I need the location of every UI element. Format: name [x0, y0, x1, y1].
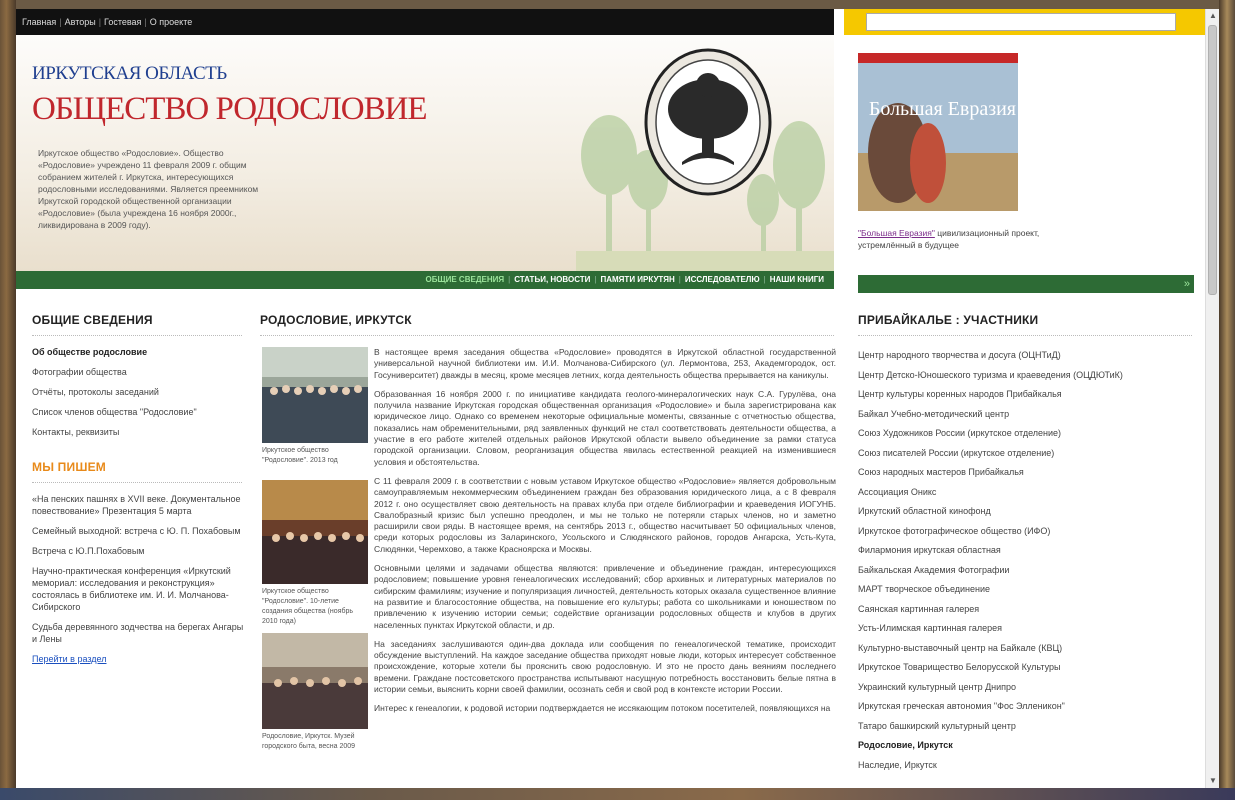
topnav-guestbook[interactable]: Гостевая — [104, 17, 141, 27]
vertical-scrollbar[interactable]: ▲ ▼ — [1205, 9, 1219, 788]
taskbar — [0, 788, 1235, 800]
desktop-background-right — [1219, 0, 1235, 800]
topnav-home[interactable]: Главная — [22, 17, 56, 27]
writing-link[interactable]: Судьба деревянного зодчества на берегах … — [32, 621, 246, 645]
participant-link[interactable]: Байкальская Академия Фотографии — [858, 561, 1194, 581]
nav-researcher[interactable]: ИССЛЕДОВАТЕЛЮ — [685, 275, 760, 284]
divider — [260, 335, 834, 336]
scroll-down-icon[interactable]: ▼ — [1208, 776, 1218, 786]
article-paragraph: С 11 февраля 2009 г. в соответствии с но… — [374, 475, 836, 554]
participant-link[interactable]: Наследие, Иркутск — [858, 756, 1194, 776]
participant-link[interactable]: Татаро башкирский культурный центр — [858, 717, 1194, 737]
desktop-background-left — [0, 0, 16, 800]
participant-link[interactable]: Центр народного творчества и досуга (ОЦН… — [858, 346, 1194, 366]
region-title: ИРКУТСКАЯ ОБЛАСТЬ — [32, 63, 227, 84]
photo-column: Иркутское общество "Родословие". 2013 го… — [262, 347, 370, 758]
participant-link[interactable]: Иркутское фотографическое общество (ИФО) — [858, 522, 1194, 542]
article-paragraph: В настоящее время заседания общества «Ро… — [374, 347, 836, 380]
divider — [32, 335, 242, 336]
nav-memory[interactable]: ПАМЯТИ ИРКУТЯН — [600, 275, 674, 284]
nav-articles-news[interactable]: СТАТЬИ, НОВОСТИ — [514, 275, 590, 284]
participant-link[interactable]: Филармония иркутская областная — [858, 541, 1194, 561]
participant-link[interactable]: МАРТ творческое объединение — [858, 580, 1194, 600]
article-body: В настоящее время заседания общества «Ро… — [374, 347, 836, 723]
divider — [32, 482, 242, 483]
site-title: ОБЩЕСТВО РОДОСЛОВИЕ — [32, 91, 428, 127]
right-sidebar: Большая Евразия "Большая Евразия" цивили… — [844, 35, 1205, 788]
participants-heading: ПРИБАЙКАЛЬЕ : УЧАСТНИКИ — [858, 313, 1039, 327]
top-navigation: Главная | Авторы | Гостевая | О проекте — [16, 9, 834, 35]
participant-link[interactable]: Культурно-выставочный центр на Байкале (… — [858, 639, 1194, 659]
site-header: ИРКУТСКАЯ ОБЛАСТЬ ОБЩЕСТВО РОДОСЛОВИЕ Ир… — [16, 35, 834, 271]
banner-caption: "Большая Евразия" цивилизационный проект… — [858, 227, 1058, 251]
writing-link[interactable]: Научно-практическая конференция «Иркутск… — [32, 565, 246, 613]
main-navigation: ОБЩИЕ СВЕДЕНИЯ | СТАТЬИ, НОВОСТИ | ПАМЯТИ ИР… — [16, 271, 834, 289]
participant-link[interactable]: Саянская картинная галерея — [858, 600, 1194, 620]
participant-link[interactable]: Союз народных мастеров Прибайкалья — [858, 463, 1194, 483]
general-link[interactable]: Фотографии общества — [32, 366, 246, 378]
participant-link[interactable]: Центр культуры коренных народов Прибайка… — [858, 385, 1194, 405]
participant-link[interactable]: Байкал Учебно-методический центр — [858, 405, 1194, 425]
photo-caption: Иркутское общество "Родословие". 2013 го… — [262, 447, 338, 464]
divider — [858, 335, 1192, 336]
scroll-thumb[interactable] — [1208, 25, 1217, 295]
topnav-about[interactable]: О проекте — [150, 17, 192, 27]
general-link[interactable]: Список членов общества "Родословие" — [32, 406, 246, 418]
article-heading: РОДОСЛОВИЕ, ИРКУТСК — [260, 313, 412, 327]
participant-link[interactable]: Союз Художников России (иркутское отделе… — [858, 424, 1194, 444]
arrow-icon[interactable]: » — [1184, 278, 1190, 290]
participant-link[interactable]: Усть-Илимская картинная галерея — [858, 619, 1194, 639]
participants-block: ПРИБАЙКАЛЬЕ : УЧАСТНИКИ Центр народного … — [858, 313, 1194, 775]
general-link[interactable]: Отчёты, протоколы заседаний — [32, 386, 246, 398]
participant-link[interactable]: Родословие, Иркутск — [858, 736, 1194, 756]
topnav-authors[interactable]: Авторы — [65, 17, 96, 27]
general-info-heading: ОБЩИЕ СВЕДЕНИЯ — [32, 313, 153, 327]
general-link[interactable]: Контакты, реквизиты — [32, 426, 246, 438]
photo-caption: Родословие, Иркутск. Музей городского бы… — [262, 733, 356, 750]
article-paragraph: Основными целями и задачами общества явл… — [374, 563, 836, 630]
banner-title: Большая Евразия — [869, 98, 1016, 120]
writing-link[interactable]: «На пенских пашнях в XVII веке. Документ… — [32, 493, 246, 517]
society-emblem — [644, 48, 772, 196]
we-write-heading: МЫ ПИШЕМ — [32, 460, 106, 474]
scroll-up-icon[interactable]: ▲ — [1208, 11, 1218, 21]
group-photo[interactable] — [262, 347, 368, 443]
bolshaya-evraziya-link[interactable]: "Большая Евразия" — [858, 228, 935, 238]
search-bar-area — [834, 9, 1205, 35]
browser-window: Главная | Авторы | Гостевая | О проекте ИРКУТС… — [16, 9, 1219, 788]
writing-link[interactable]: Семейный выходной: встреча с Ю. П. Похаб… — [32, 525, 246, 537]
general-link[interactable]: Об обществе родословие — [32, 346, 246, 358]
left-sidebar: ОБЩИЕ СВЕДЕНИЯ Об обществе родословие Фо… — [16, 289, 252, 788]
participant-link[interactable]: Союз писателей России (иркутское отделен… — [858, 444, 1194, 464]
main-content: РОДОСЛОВИЕ, ИРКУТСК Иркутское общество "… — [260, 289, 838, 788]
nav-our-books[interactable]: НАШИ КНИГИ — [770, 275, 824, 284]
participant-link[interactable]: Иркутская греческая автономия "Фос Эллен… — [858, 697, 1194, 717]
bolshaya-evraziya-banner[interactable]: Большая Евразия — [858, 53, 1018, 211]
desktop-background-top — [0, 0, 1235, 9]
writing-link[interactable]: Встреча с Ю.П.Похабовым — [32, 545, 246, 557]
participant-link[interactable]: Украинский культурный центр Днипро — [858, 678, 1194, 698]
search-input[interactable] — [866, 13, 1176, 31]
article-paragraph: На заседаниях заслушиваются один-два док… — [374, 638, 836, 695]
participant-link[interactable]: Центр Детско-Юношеского туризма и краеве… — [858, 366, 1194, 386]
green-strip: » — [858, 275, 1194, 293]
article-paragraph: Интерес к генеалогии, к родовой истории … — [374, 703, 831, 714]
photo-caption: Иркутское общество "Родословие". 10-лети… — [262, 588, 354, 625]
go-to-section-link[interactable]: Перейти в раздел — [32, 653, 246, 665]
participant-link[interactable]: Иркутский областной кинофонд — [858, 502, 1194, 522]
group-photo[interactable] — [262, 472, 368, 584]
group-photo[interactable] — [262, 633, 368, 729]
nav-general-info[interactable]: ОБЩИЕ СВЕДЕНИЯ — [426, 275, 505, 284]
participant-link[interactable]: Иркутское Товарищество Белорусской Культ… — [858, 658, 1194, 678]
site-intro: Иркутское общество «Родословие». Обществ… — [38, 148, 259, 230]
participant-link[interactable]: Ассоциация Оникс — [858, 483, 1194, 503]
article-paragraph: Образованная 16 ноября 2000 г. по инициа… — [374, 388, 836, 467]
